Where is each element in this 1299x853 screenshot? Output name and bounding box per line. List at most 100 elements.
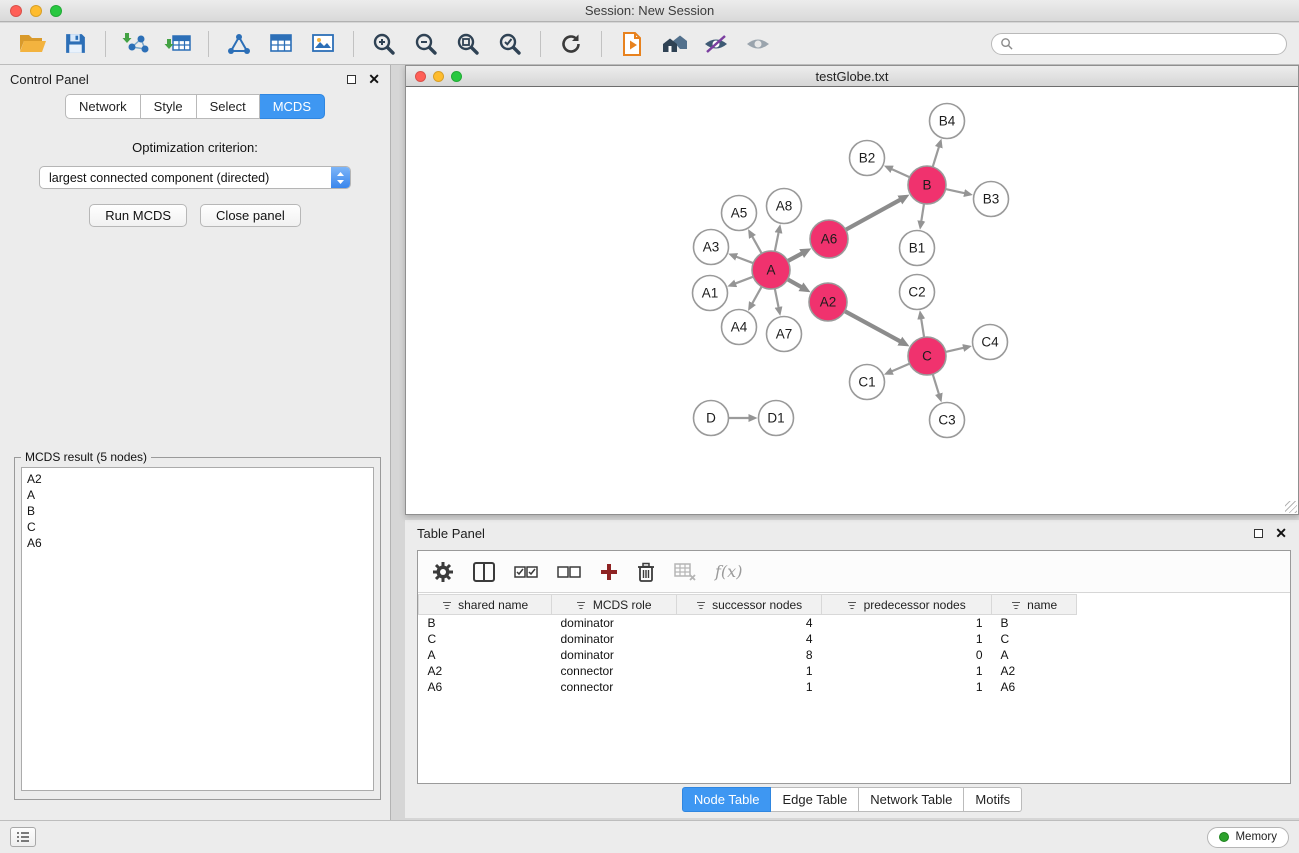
memory-button[interactable]: Memory xyxy=(1207,827,1289,848)
resize-grip[interactable] xyxy=(1285,501,1297,513)
graph-edge-A6-B[interactable] xyxy=(846,200,901,230)
new-table-button[interactable] xyxy=(260,26,302,62)
close-window-button[interactable] xyxy=(10,5,22,17)
eye-slash-icon xyxy=(702,31,730,57)
mcds-result-list[interactable]: A2ABCA6 xyxy=(21,467,374,791)
graph-edge-A-A3[interactable] xyxy=(736,257,754,264)
mcds-result-item[interactable]: A xyxy=(27,487,368,503)
float-panel-icon[interactable] xyxy=(347,75,356,84)
select-all-button[interactable] xyxy=(514,565,538,579)
zoom-fit-button[interactable] xyxy=(447,26,489,62)
column-header-successor-nodes[interactable]: successor nodes xyxy=(677,595,822,615)
table-row[interactable]: Bdominator41B xyxy=(419,615,1077,631)
graph-edge-A-A4[interactable] xyxy=(752,287,762,304)
tab-mcds[interactable]: MCDS xyxy=(260,94,325,119)
graph-edge-C-C3[interactable] xyxy=(933,374,939,395)
table-panel-title: Table Panel xyxy=(417,526,485,541)
tab-select[interactable]: Select xyxy=(197,94,260,119)
tab-network-table[interactable]: Network Table xyxy=(859,787,964,812)
close-table-panel-icon[interactable]: ✕ xyxy=(1275,528,1287,538)
run-mcds-button[interactable]: Run MCDS xyxy=(89,204,187,227)
import-network-button[interactable] xyxy=(115,26,157,62)
control-panel-header: Control Panel ✕ xyxy=(0,65,390,93)
refresh-icon xyxy=(558,31,584,57)
graph-edge-A2-C[interactable] xyxy=(845,311,901,342)
table-settings-button[interactable] xyxy=(432,561,454,583)
graph-edge-A-A2[interactable] xyxy=(788,279,802,287)
control-panel-tabs: Network Style Select MCDS xyxy=(0,94,390,119)
zoom-selected-button[interactable] xyxy=(489,26,531,62)
mcds-result-item[interactable]: B xyxy=(27,503,368,519)
graph-node-label: A8 xyxy=(776,199,793,214)
function-builder-button[interactable]: f(x) xyxy=(715,562,742,581)
open-document-button[interactable] xyxy=(611,26,653,62)
graph-node-label: A4 xyxy=(731,320,748,335)
delete-column-button[interactable] xyxy=(637,562,655,582)
eye-icon xyxy=(744,31,772,57)
tab-style[interactable]: Style xyxy=(141,94,197,119)
zoom-in-button[interactable] xyxy=(363,26,405,62)
graph-edge-C-C2[interactable] xyxy=(921,318,924,337)
delete-table-button[interactable] xyxy=(674,563,696,581)
criterion-selected-value: largest connected component (directed) xyxy=(49,171,269,185)
graph-edge-A-A1[interactable] xyxy=(735,277,753,284)
graph-edge-B-B2[interactable] xyxy=(891,169,910,177)
home-button[interactable] xyxy=(653,26,695,62)
table-row[interactable]: Adominator80A xyxy=(419,647,1077,663)
zoom-out-button[interactable] xyxy=(405,26,447,62)
graph-edge-C-C4[interactable] xyxy=(946,348,965,352)
hide-graphics-details-button[interactable] xyxy=(695,26,737,62)
graph-edge-B-B1[interactable] xyxy=(921,204,924,222)
search-input[interactable] xyxy=(1018,37,1278,51)
column-header-predecessor-nodes[interactable]: predecessor nodes xyxy=(822,595,992,615)
table-row[interactable]: Cdominator41C xyxy=(419,631,1077,647)
mcds-result-item[interactable]: C xyxy=(27,519,368,535)
column-header-MCDS-role[interactable]: MCDS role xyxy=(552,595,677,615)
graph-edge-B-B3[interactable] xyxy=(946,189,966,193)
tab-edge-table[interactable]: Edge Table xyxy=(771,787,859,812)
graph-edge-A-A7[interactable] xyxy=(775,289,779,308)
float-table-panel-icon[interactable] xyxy=(1254,529,1263,538)
show-graphics-details-button[interactable] xyxy=(737,26,779,62)
graph-edge-A-A5[interactable] xyxy=(752,236,762,253)
criterion-select[interactable]: largest connected component (directed) xyxy=(39,166,351,189)
add-column-button[interactable] xyxy=(600,563,618,581)
mcds-result-item[interactable]: A6 xyxy=(27,535,368,551)
graph-node-label: C2 xyxy=(908,285,925,300)
table-cell: C xyxy=(992,631,1077,647)
open-session-button[interactable] xyxy=(12,26,54,62)
table-row[interactable]: A6connector11A6 xyxy=(419,679,1077,695)
select-all-icon xyxy=(514,565,538,579)
table-toolbar: f(x) xyxy=(418,551,1290,593)
graph-edge-A-A8[interactable] xyxy=(775,232,779,251)
app-title: Session: New Session xyxy=(0,3,1299,18)
import-table-button[interactable] xyxy=(157,26,199,62)
graph-edge-A-A6[interactable] xyxy=(788,253,803,261)
table-row[interactable]: A2connector11A2 xyxy=(419,663,1077,679)
table-cell: 4 xyxy=(677,631,822,647)
tab-network[interactable]: Network xyxy=(65,94,141,119)
minimize-network-window-button[interactable] xyxy=(433,71,444,82)
new-network-button[interactable] xyxy=(218,26,260,62)
network-canvas[interactable]: B4B2BB3A8A5A6A3B1AA1C2A2A4A7C4CC1C3DD1 xyxy=(406,87,1298,514)
refresh-button[interactable] xyxy=(550,26,592,62)
export-image-button[interactable] xyxy=(302,26,344,62)
close-network-window-button[interactable] xyxy=(415,71,426,82)
column-header-shared-name[interactable]: shared name xyxy=(419,595,552,615)
save-session-button[interactable] xyxy=(54,26,96,62)
show-columns-button[interactable] xyxy=(473,562,495,582)
deselect-all-button[interactable] xyxy=(557,565,581,579)
tab-node-table[interactable]: Node Table xyxy=(682,787,772,812)
minimize-window-button[interactable] xyxy=(30,5,42,17)
mcds-result-item[interactable]: A2 xyxy=(27,471,368,487)
close-panel-icon[interactable]: ✕ xyxy=(368,74,380,84)
zoom-window-button[interactable] xyxy=(50,5,62,17)
close-panel-button[interactable]: Close panel xyxy=(200,204,301,227)
task-history-button[interactable] xyxy=(10,827,36,847)
graph-edge-B-B4[interactable] xyxy=(933,146,939,167)
tab-motifs[interactable]: Motifs xyxy=(964,787,1022,812)
zoom-network-window-button[interactable] xyxy=(451,71,462,82)
node-table-wrap[interactable]: shared name MCDS role successor nodes pr… xyxy=(418,594,1290,783)
column-header-name[interactable]: name xyxy=(992,595,1077,615)
graph-edge-C-C1[interactable] xyxy=(891,364,909,372)
